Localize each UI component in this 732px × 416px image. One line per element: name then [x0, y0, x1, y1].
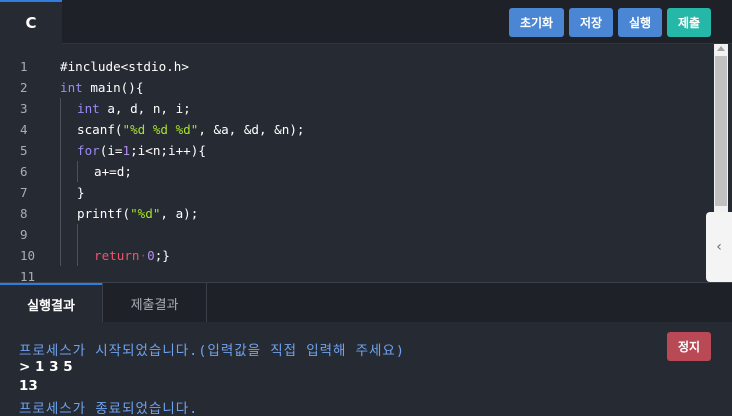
code-line-5: for(i=1;i<n;i++){ — [60, 140, 304, 161]
scroll-up-arrow-icon[interactable] — [717, 46, 725, 51]
indent-guide — [60, 98, 61, 119]
indent-guide — [77, 161, 78, 182]
code-line-7: } — [60, 182, 304, 203]
line-number: 10 — [20, 248, 36, 263]
indent-guide — [60, 140, 61, 161]
reset-button[interactable]: 초기화 — [509, 8, 564, 37]
line-number: 7 — [20, 185, 28, 200]
chevron-left-icon: ‹ — [716, 239, 722, 255]
code-line-8: printf("%d", a); — [60, 203, 304, 224]
indent-guide — [60, 161, 61, 182]
line-number: 8 — [20, 206, 28, 221]
code-line-4: scanf("%d %d %d", &a, &d, &n); — [60, 119, 304, 140]
code-token: a, d, n, i; — [99, 101, 191, 116]
whitespace-marker: · — [139, 248, 148, 263]
code-line-3: int a, d, n, i; — [60, 98, 304, 119]
code-token: a+=d; — [94, 164, 132, 179]
editor-toolbar: C 초기화 저장 실행 제출 — [0, 0, 732, 44]
indent-guide — [60, 119, 61, 140]
code-token: #include<stdio.h> — [60, 59, 189, 74]
tab-submit-result[interactable]: 제출결과 — [102, 283, 207, 323]
line-number: 6 — [20, 164, 28, 179]
line-number: 1 — [20, 59, 28, 74]
code-token-keyword: int — [60, 80, 83, 95]
line-number: 4 — [20, 122, 28, 137]
tab-run-result[interactable]: 실행결과 — [0, 283, 102, 323]
code-line-2: int main(){ — [60, 77, 304, 98]
code-line-9 — [60, 224, 304, 245]
run-button[interactable]: 실행 — [618, 8, 662, 37]
code-token-number: 1 — [122, 143, 131, 158]
console-line-output: 13 — [19, 378, 38, 394]
code-token: , &a, &d, &n); — [198, 122, 305, 137]
code-line-6: a+=d; — [60, 161, 304, 182]
line-number: 2 — [20, 80, 28, 95]
console-line-input: > 1 3 5 — [19, 359, 73, 375]
code-token: ;i<n;i++){ — [130, 143, 206, 158]
indent-guide — [60, 224, 61, 245]
indent-guide — [60, 245, 61, 266]
code-line-1: #include<stdio.h> — [60, 56, 304, 77]
code-token: main(){ — [82, 80, 144, 95]
submit-button[interactable]: 제출 — [667, 8, 711, 37]
line-number-gutter: 1 2 3 4 5 6 7 8 9 10 11 — [0, 56, 46, 282]
line-number: 9 — [20, 227, 28, 242]
save-button[interactable]: 저장 — [569, 8, 613, 37]
code-token: ;} — [154, 248, 170, 263]
output-console[interactable]: 정지 프로세스가 시작되었습니다.(입력값을 직접 입력해 주세요) > 1 3… — [0, 322, 732, 416]
scrollbar-thumb[interactable] — [715, 56, 727, 206]
code-editor[interactable]: 1 2 3 4 5 6 7 8 9 10 11 #include<stdio.h… — [0, 44, 732, 282]
stop-button[interactable]: 정지 — [667, 332, 711, 361]
code-token: (i= — [99, 143, 123, 158]
indent-guide — [77, 245, 78, 266]
line-number: 5 — [20, 143, 28, 158]
code-token-keyword: return — [94, 248, 140, 263]
code-token-keyword: for — [77, 143, 100, 158]
indent-guide — [60, 182, 61, 203]
code-token: scanf( — [77, 122, 123, 137]
code-token-string: "%d %d %d" — [122, 122, 199, 137]
code-token: printf( — [77, 206, 131, 221]
code-token-number: 0 — [147, 248, 155, 263]
code-token: } — [77, 185, 85, 200]
code-token-keyword: int — [77, 101, 100, 116]
tab-language-c[interactable]: C — [0, 0, 62, 44]
indent-guide — [77, 224, 78, 245]
code-line-10: return·0;} — [60, 245, 304, 266]
result-tab-bar: 실행결과 제출결과 — [0, 282, 732, 323]
line-number: 3 — [20, 101, 28, 116]
code-token: , a); — [160, 206, 199, 221]
panel-collapse-button[interactable]: ‹ — [706, 212, 732, 282]
code-text[interactable]: #include<stdio.h> int main(){ int a, d, … — [60, 56, 304, 282]
indent-guide — [60, 203, 61, 224]
code-token-string: "%d" — [130, 206, 161, 221]
console-line-system: 프로세스가 종료되었습니다. — [19, 401, 199, 416]
line-number: 11 — [20, 269, 36, 282]
console-line-system: 프로세스가 시작되었습니다.(입력값을 직접 입력해 주세요) — [19, 343, 405, 359]
